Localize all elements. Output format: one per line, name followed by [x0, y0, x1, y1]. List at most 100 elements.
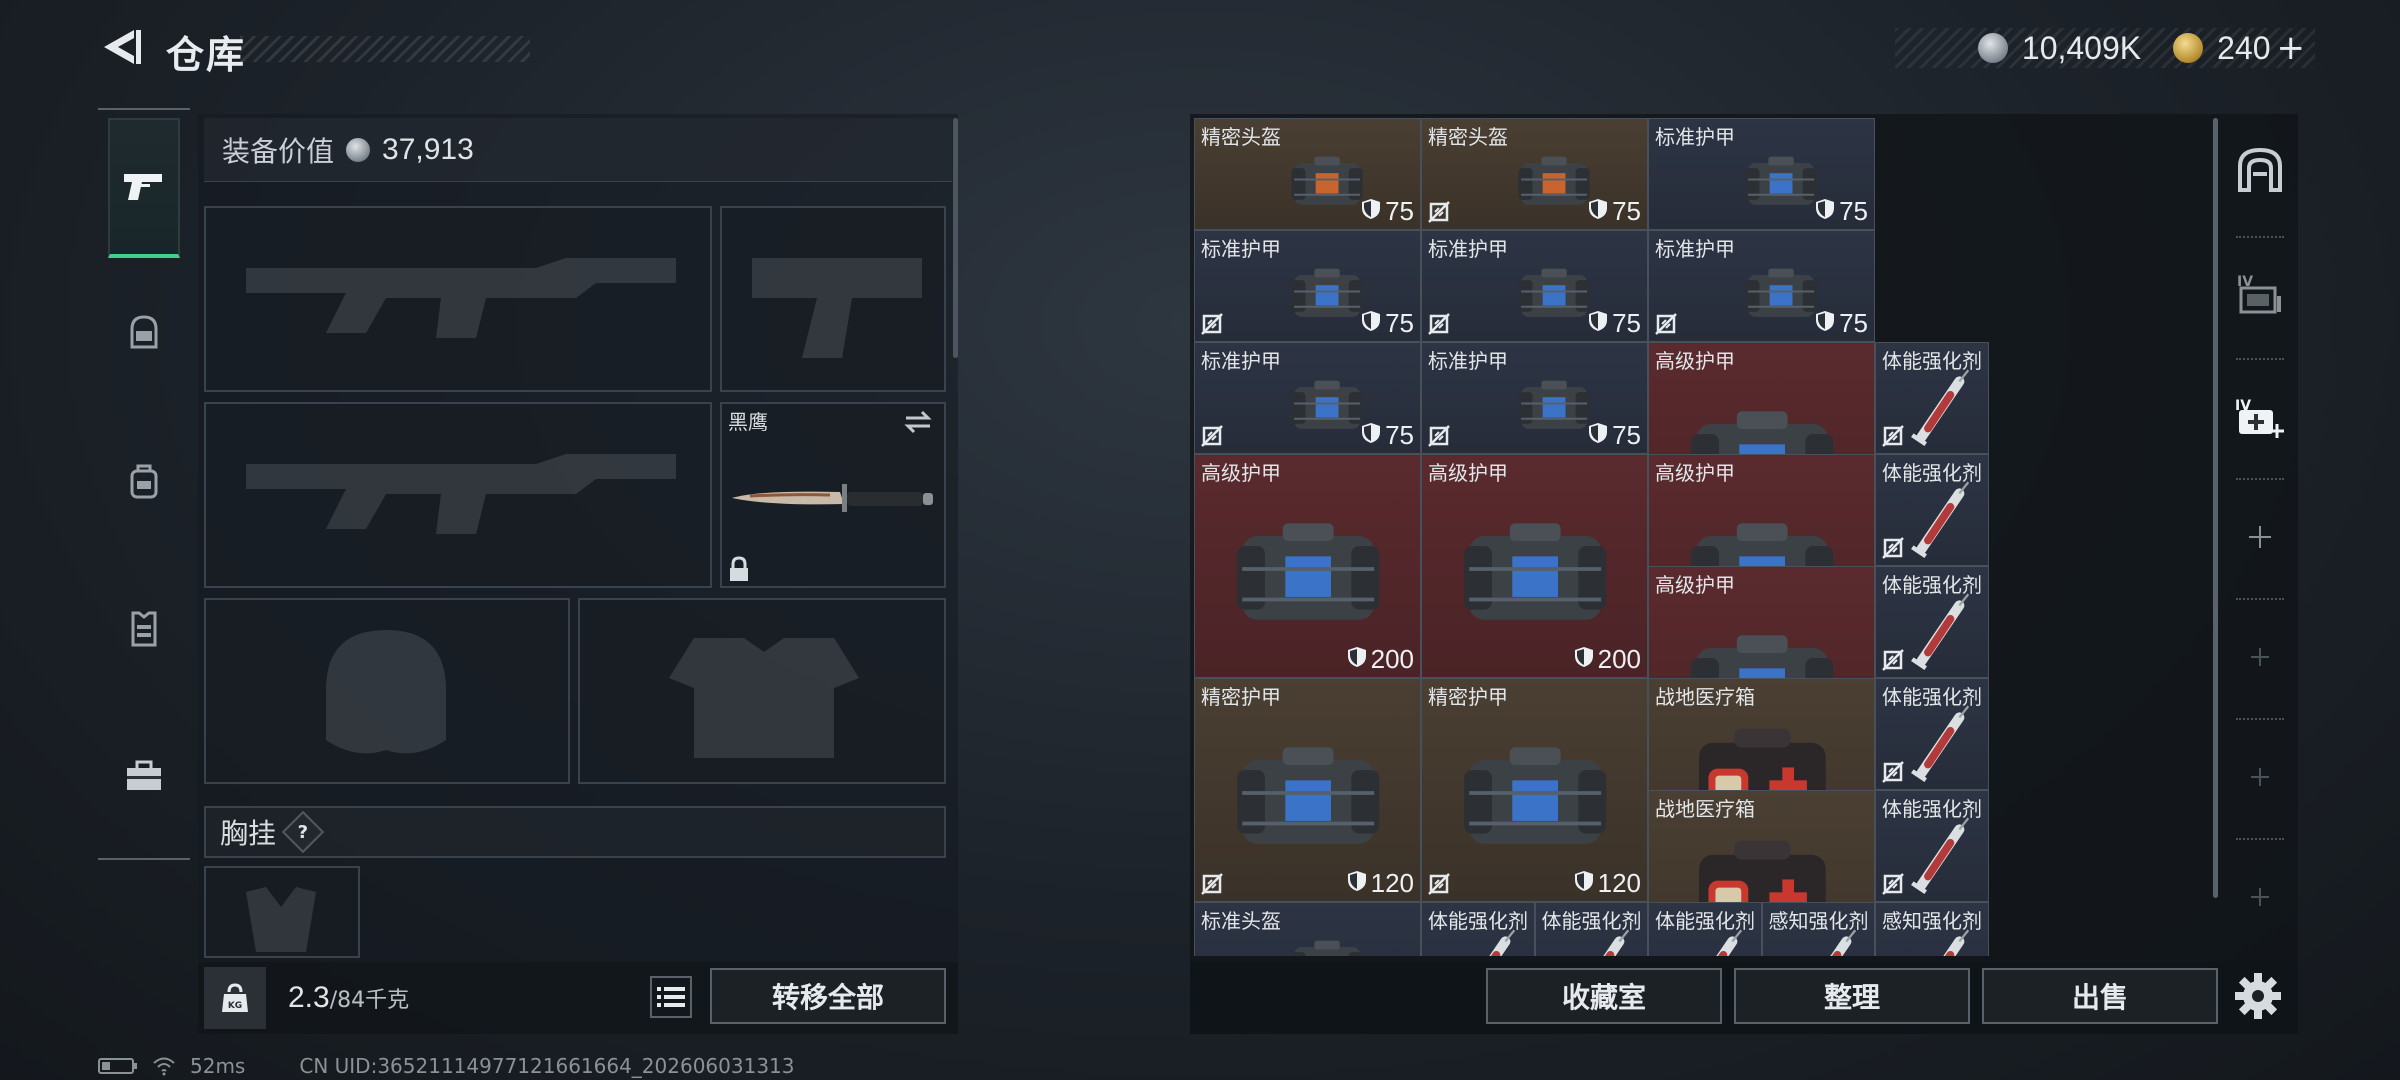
- item-name: 标准护甲: [1428, 349, 1508, 373]
- weight-icon-box: KG: [204, 967, 266, 1029]
- melee-slot[interactable]: 黑鹰: [720, 402, 946, 588]
- item-name: 标准护甲: [1201, 349, 1281, 373]
- item-durability: 75: [1815, 196, 1868, 227]
- item-durability: 75: [1588, 308, 1641, 339]
- nav-helmet[interactable]: [108, 262, 180, 402]
- rifle-silhouette-icon: [246, 258, 676, 338]
- add-tab-button[interactable]: [2228, 482, 2292, 592]
- add-tab-button-locked[interactable]: [2228, 842, 2292, 952]
- item-name: 战地医疗箱: [1655, 797, 1755, 821]
- collection-room-button[interactable]: 收藏室: [1486, 968, 1722, 1024]
- non-tradable-icon: [1882, 537, 1904, 559]
- item-name: 高级护甲: [1428, 461, 1508, 485]
- item-name: 体能强化剂: [1882, 349, 1982, 373]
- non-tradable-icon: [1201, 425, 1223, 447]
- help-icon[interactable]: ?: [281, 810, 325, 854]
- inventory-item[interactable]: 精密头盔 75: [1421, 118, 1648, 230]
- item-name: 体能强化剂: [1882, 685, 1982, 709]
- primary-weapon-slot-2[interactable]: [204, 402, 712, 588]
- inventory-grid: 精密头盔 75 精密头盔 75 标准护甲 75 标准护甲 75 标准护甲 75 …: [1194, 118, 2206, 956]
- item-durability-value: 75: [1612, 196, 1641, 226]
- transfer-all-button[interactable]: 转移全部: [710, 968, 946, 1024]
- equipment-value: 37,913: [382, 132, 474, 166]
- shield-icon: [1588, 420, 1608, 451]
- weight-current: 2.3: [288, 981, 330, 1014]
- shield-icon: [1361, 308, 1381, 339]
- item-durability-value: 75: [1839, 308, 1868, 338]
- inventory-scrollbar[interactable]: [2213, 118, 2218, 898]
- swap-icon[interactable]: [902, 408, 934, 436]
- inventory-item[interactable]: 感知强化剂: [1875, 902, 1989, 956]
- tab-storage-main[interactable]: [2228, 114, 2292, 224]
- combat-knife-icon: [732, 484, 933, 512]
- helmet-slot[interactable]: [204, 598, 570, 784]
- inventory-item[interactable]: 标准护甲 75: [1194, 342, 1421, 454]
- nav-toolbox[interactable]: [108, 706, 180, 846]
- battery-icon: [98, 1058, 137, 1074]
- inventory-item[interactable]: 体能强化剂: [1421, 902, 1535, 956]
- inventory-item[interactable]: 精密头盔 75: [1194, 118, 1421, 230]
- item-name: 感知强化剂: [1882, 909, 1982, 933]
- lock-icon: [730, 556, 748, 581]
- item-name: 标准护甲: [1201, 237, 1281, 261]
- sell-button[interactable]: 出售: [1982, 968, 2218, 1024]
- nav-vest[interactable]: [108, 558, 180, 698]
- armor-slot[interactable]: [578, 598, 946, 784]
- inventory-item[interactable]: 体能强化剂: [1875, 678, 1989, 790]
- inventory-item[interactable]: 标准护甲 75: [1421, 342, 1648, 454]
- inventory-item[interactable]: 标准护甲 75: [1648, 230, 1875, 342]
- item-durability: 200: [1347, 644, 1414, 675]
- list-icon: [657, 987, 685, 1007]
- inventory-item[interactable]: 精密护甲 120: [1421, 678, 1648, 902]
- item-durability: 120: [1347, 868, 1414, 899]
- plus-icon: [2251, 768, 2269, 786]
- shield-icon: [1361, 420, 1381, 451]
- inventory-footer: 收藏室 整理 出售: [1190, 962, 2298, 1034]
- inventory-item[interactable]: 体能强化剂: [1534, 902, 1648, 956]
- tab-storage-4-expand[interactable]: IV: [2228, 362, 2292, 472]
- chest-rig-slot[interactable]: [204, 866, 360, 958]
- item-durability-value: 75: [1612, 420, 1641, 450]
- inventory-item[interactable]: 体能强化剂: [1648, 902, 1762, 956]
- inventory-item[interactable]: 体能强化剂: [1875, 342, 1989, 454]
- item-name: 高级护甲: [1655, 573, 1735, 597]
- add-currency-button[interactable]: +: [2277, 28, 2306, 68]
- item-durability-value: 120: [1370, 868, 1414, 898]
- inventory-item[interactable]: 高级护甲 200: [1194, 454, 1421, 678]
- non-tradable-icon: [1882, 425, 1904, 447]
- item-durability: 200: [1574, 644, 1641, 675]
- svg-text:KG: KG: [228, 1001, 242, 1011]
- primary-weapon-slot-1[interactable]: [204, 206, 712, 392]
- shield-icon: [1588, 308, 1608, 339]
- add-tab-button-locked[interactable]: [2228, 602, 2292, 712]
- tab-storage-4[interactable]: IV: [2228, 238, 2292, 348]
- item-name: 战地医疗箱: [1655, 685, 1755, 709]
- back-button[interactable]: [96, 22, 146, 72]
- non-tradable-icon: [1882, 761, 1904, 783]
- list-view-button[interactable]: [650, 976, 692, 1018]
- inventory-item[interactable]: 体能强化剂: [1875, 790, 1989, 902]
- organize-button[interactable]: 整理: [1734, 968, 1970, 1024]
- shield-icon: [1815, 196, 1835, 227]
- gold-currency-value: 240: [2217, 29, 2271, 66]
- inventory-item[interactable]: 标准头盔: [1194, 902, 1421, 956]
- inventory-item[interactable]: 体能强化剂: [1875, 454, 1989, 566]
- pistol-slot[interactable]: [720, 206, 946, 392]
- non-tradable-icon: [1428, 201, 1450, 223]
- nav-backpack[interactable]: [108, 410, 180, 550]
- inventory-item[interactable]: 高级护甲 200: [1421, 454, 1648, 678]
- equipment-scrollbar[interactable]: [953, 118, 958, 358]
- inventory-item[interactable]: 体能强化剂: [1875, 566, 1989, 678]
- inventory-item[interactable]: 标准护甲 75: [1194, 230, 1421, 342]
- add-tab-button-locked[interactable]: [2228, 722, 2292, 832]
- equipment-value-bar: 装备价值 37,913: [204, 118, 952, 182]
- item-durability: 120: [1574, 868, 1641, 899]
- gear-icon[interactable]: [2232, 970, 2284, 1022]
- inventory-item[interactable]: 标准护甲 75: [1648, 118, 1875, 230]
- inventory-item[interactable]: 精密护甲 120: [1194, 678, 1421, 902]
- item-name: 高级护甲: [1655, 349, 1735, 373]
- inventory-item[interactable]: 感知强化剂: [1761, 902, 1875, 956]
- non-tradable-icon: [1428, 425, 1450, 447]
- inventory-item[interactable]: 标准护甲 75: [1421, 230, 1648, 342]
- nav-weapons[interactable]: [108, 118, 180, 258]
